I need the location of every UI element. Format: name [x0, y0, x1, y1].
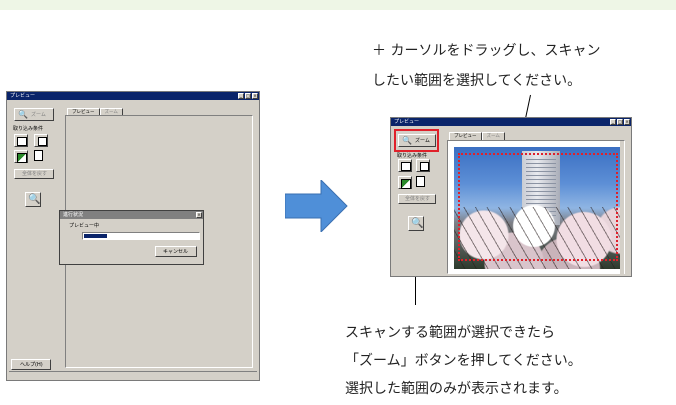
progress-dialog: 進行状況 × プレビュー中 キャンセル: [59, 210, 204, 265]
help-button[interactable]: ヘルプ(H): [11, 359, 51, 370]
copy-icon: [420, 162, 429, 171]
top-band: [0, 0, 676, 10]
magnifier-icon: 🔍: [18, 110, 28, 119]
reset-all-button[interactable]: 全体を戻す: [398, 194, 436, 204]
title-bar: プレビュー _ □ ×: [391, 118, 631, 126]
title-bar: プレビュー _ □ ×: [7, 92, 259, 100]
zoom-button[interactable]: 🔍 ズーム: [14, 108, 54, 121]
progress-status: プレビュー中: [69, 223, 100, 229]
copy-icon: [38, 137, 47, 146]
progress-dialog-title: 進行状況: [63, 212, 84, 218]
tab-preview[interactable]: プレビュー: [449, 132, 482, 140]
vertical-scrollbar[interactable]: [620, 141, 624, 275]
caption-bottom-line3: 選択した範囲のみが表示されます。: [345, 381, 568, 397]
image-adjust-icon: 🔍: [411, 218, 424, 229]
scan-settings-button[interactable]: [14, 134, 28, 147]
preview-tabs: プレビュー ズーム: [449, 132, 505, 140]
dialog-close-button[interactable]: ×: [196, 212, 202, 218]
page-icon: [416, 176, 425, 187]
reset-all-button[interactable]: 全体を戻す: [14, 169, 54, 179]
zoom-highlight-box: [394, 129, 439, 152]
color-icon: [17, 153, 27, 163]
caption-top-line1: ＋ カーソルをドラッグし、スキャン: [372, 43, 601, 59]
tab-zoom[interactable]: ズーム: [481, 132, 505, 140]
document-scan-icon: [17, 137, 27, 146]
caption-top-line2: したい範囲を選択してください。: [372, 73, 582, 89]
color-icon: [401, 179, 411, 189]
scan-settings-button[interactable]: [398, 159, 412, 172]
page-icon: [34, 150, 43, 161]
maximize-button[interactable]: □: [245, 93, 251, 99]
minimize-button[interactable]: _: [610, 119, 616, 125]
caption-bottom-line2: 「ズーム」ボタンを押してください。: [345, 353, 582, 369]
preview-area[interactable]: [447, 140, 625, 275]
progress-dialog-title-bar: 進行状況 ×: [60, 211, 203, 219]
color-settings-button[interactable]: [398, 176, 412, 189]
minimize-button[interactable]: _: [238, 93, 244, 99]
zoom-label: ズーム: [31, 112, 46, 118]
status-bar: [9, 371, 257, 378]
capture-settings-label: 取り込み条件: [13, 126, 44, 132]
window-title: プレビュー: [10, 93, 36, 99]
cancel-button[interactable]: キャンセル: [155, 246, 197, 257]
image-adjust-button[interactable]: 🔍: [25, 192, 41, 207]
reset-all-label: 全体を戻す: [22, 171, 48, 177]
progress-bar: [82, 232, 200, 240]
window-title: プレビュー: [394, 119, 420, 125]
image-adjust-icon: 🔍: [28, 194, 41, 205]
image-adjust-button[interactable]: 🔍: [408, 216, 424, 231]
cancel-label: キャンセル: [163, 249, 189, 255]
copy-button[interactable]: [416, 159, 430, 172]
help-label: ヘルプ(H): [20, 362, 43, 368]
document-scan-icon: [401, 162, 411, 171]
reset-all-label: 全体を戻す: [405, 196, 431, 202]
close-button[interactable]: ×: [624, 119, 630, 125]
preview-window-left: プレビュー _ □ × 🔍 ズーム 取り込み条件 全体を戻す 🔍 プレビュー ズ…: [6, 91, 260, 381]
right-arrow-icon: [285, 180, 348, 232]
maximize-button[interactable]: □: [617, 119, 623, 125]
close-button[interactable]: ×: [252, 93, 258, 99]
copy-button[interactable]: [34, 134, 48, 147]
caption-bottom-line1: スキャンする範囲が選択できたら: [345, 325, 555, 341]
preview-window-right: プレビュー _ □ × 🔍 ズーム 取り込み条件 全体を戻す 🔍 プレビュー ズ…: [390, 117, 632, 277]
selection-marquee[interactable]: [458, 153, 618, 261]
color-settings-button[interactable]: [14, 150, 28, 163]
progress-fill: [84, 234, 108, 238]
